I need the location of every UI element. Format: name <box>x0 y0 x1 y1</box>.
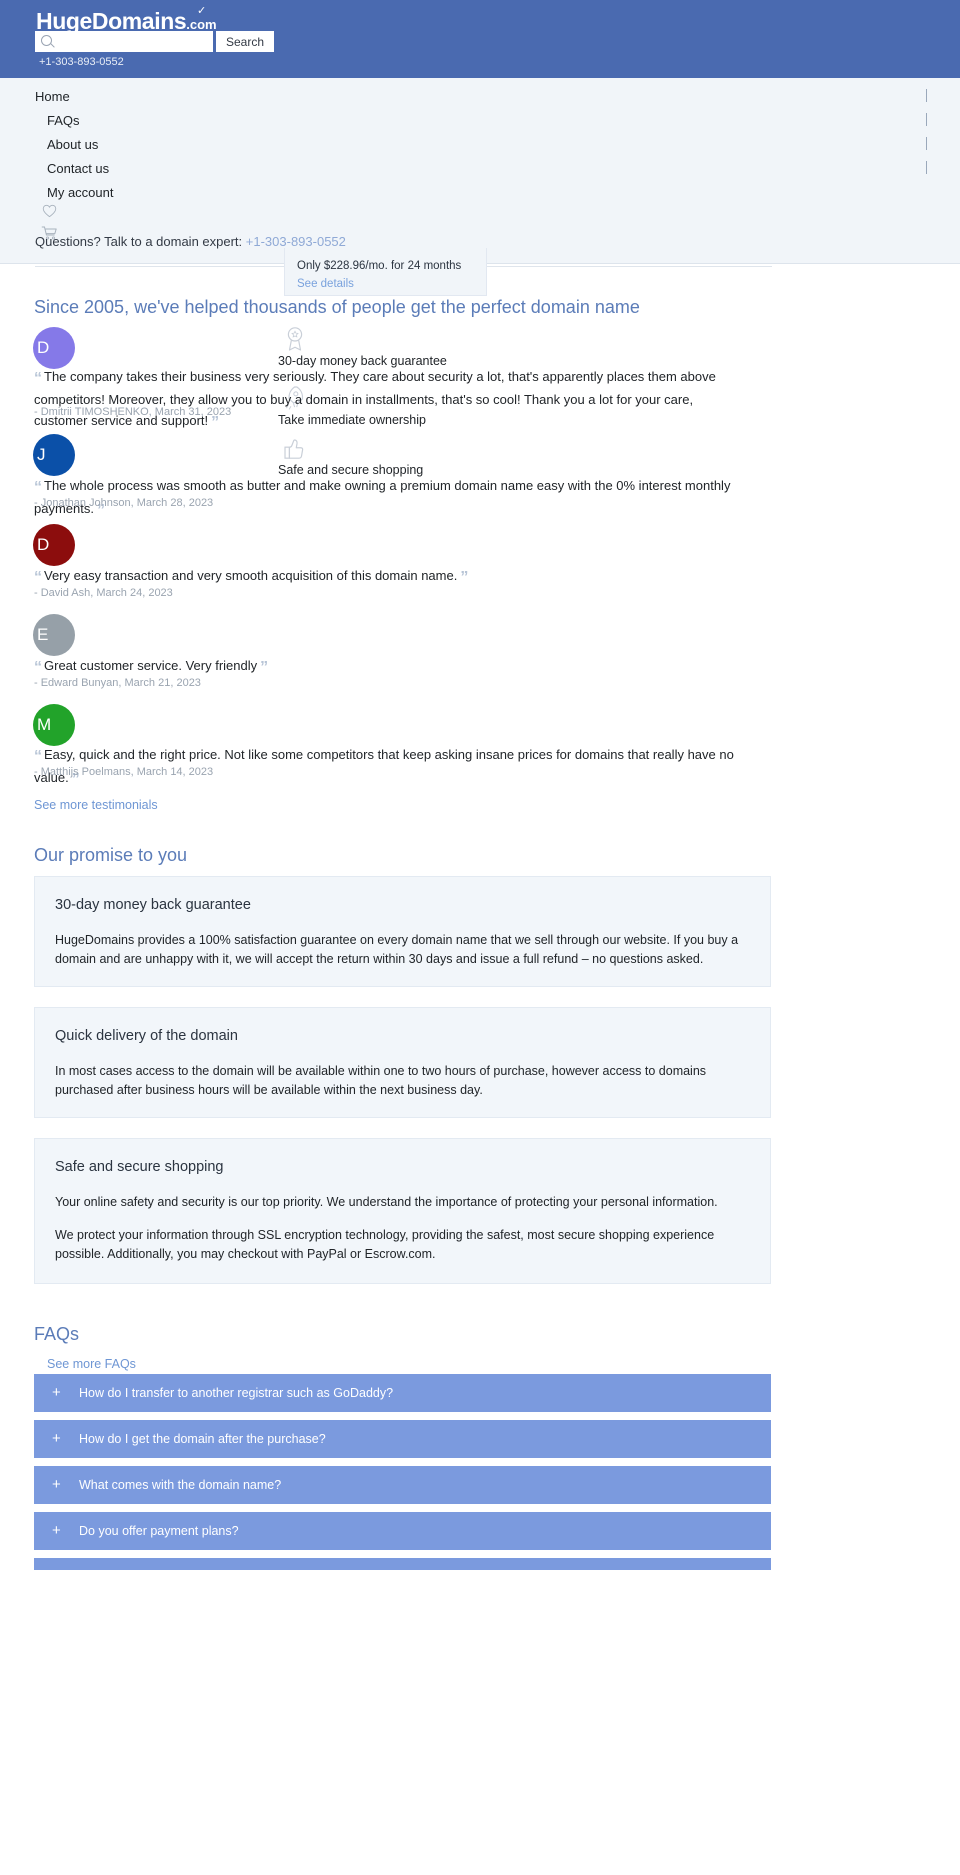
promise-card-body: In most cases access to the domain will … <box>55 1064 707 1097</box>
see-details-link[interactable]: See details <box>297 278 354 290</box>
domain-expert-phone[interactable]: +1-303-893-0552 <box>246 234 346 249</box>
plus-icon: + <box>52 1476 61 1493</box>
promise-card-body: We protect your information through SSL … <box>55 1228 715 1261</box>
faq-accordion-item[interactable]: + Do you offer payment plans? <box>34 1512 771 1550</box>
price-popup: Only $228.96/mo. for 24 months See detai… <box>284 248 487 296</box>
testimonial-attribution: - Dmitrii TIMOSHENKO, March 31, 2023 <box>34 406 232 418</box>
testimonial-quote: “Very easy transaction and very smooth a… <box>34 565 744 588</box>
testimonial-quote-text: The company takes their business very se… <box>34 369 716 428</box>
avatar: M <box>33 704 75 746</box>
domain-expert-text: Questions? Talk to a domain expert: <box>35 234 243 249</box>
faq-accordion-item[interactable]: + How do I transfer to another registrar… <box>34 1374 771 1412</box>
ribbon-award-icon <box>287 327 303 351</box>
search-bar: Search <box>35 31 274 52</box>
quote-open-icon: “ <box>34 479 42 496</box>
testimonial-quote-text: Very easy transaction and very smooth ac… <box>44 568 458 583</box>
header-phone[interactable]: +1-303-893-0552 <box>39 56 124 68</box>
promise-card-body: HugeDomains provides a 100% satisfaction… <box>55 933 739 966</box>
quote-open-icon: “ <box>34 659 42 676</box>
site-header: HugeDomains.com ✓ Search +1-303-893-0552 <box>0 0 960 78</box>
nav-divider-tick <box>926 137 927 150</box>
search-input[interactable] <box>35 31 213 52</box>
faq-question: How do I transfer to another registrar s… <box>79 1386 394 1400</box>
nav-divider-tick <box>926 161 927 174</box>
testimonials-heading: Since 2005, we've helped thousands of pe… <box>34 297 640 317</box>
testimonial-attribution: - Edward Bunyan, March 21, 2023 <box>34 677 201 689</box>
promise-card-body: Your online safety and security is our t… <box>55 1195 718 1209</box>
heart-icon[interactable] <box>42 204 57 218</box>
search-button[interactable]: Search <box>216 31 274 52</box>
promise-card-title: 30-day money back guarantee <box>55 897 251 913</box>
avatar: D <box>33 327 75 369</box>
faq-question: What comes with the domain name? <box>79 1478 282 1492</box>
faq-accordion-item[interactable]: + How do I get the domain after the purc… <box>34 1420 771 1458</box>
promise-card: 30-day money back guarantee HugeDomains … <box>34 876 771 987</box>
quote-open-icon: “ <box>34 370 42 387</box>
quote-open-icon: “ <box>34 569 42 586</box>
nav-item-contact-us[interactable]: Contact us <box>47 161 109 176</box>
avatar: D <box>33 524 75 566</box>
quote-open-icon: “ <box>34 748 42 765</box>
faq-question: How do I get the domain after the purcha… <box>79 1432 326 1446</box>
faq-question: Do you offer payment plans? <box>79 1524 239 1538</box>
nav-divider-tick <box>926 89 927 102</box>
testimonial-attribution: - Jonathan Johnson, March 28, 2023 <box>34 497 214 509</box>
testimonial-quote: “The company takes their business very s… <box>34 366 744 433</box>
see-more-testimonials-link[interactable]: See more testimonials <box>34 798 158 812</box>
promise-card: Quick delivery of the domain In most cas… <box>34 1007 771 1118</box>
nav-item-my-account[interactable]: My account <box>47 185 113 200</box>
promise-heading: Our promise to you <box>34 845 188 865</box>
nav-item-home[interactable]: Home <box>35 89 70 104</box>
faq-accordion-item[interactable]: + What comes with the domain name? <box>34 1466 771 1504</box>
domain-expert-line: Questions? Talk to a domain expert: +1-3… <box>35 234 346 249</box>
nav-item-about-us[interactable]: About us <box>47 137 98 152</box>
thumbs-up-icon <box>284 439 304 459</box>
avatar: E <box>33 614 75 656</box>
promise-card: Safe and secure shopping Your online saf… <box>34 1138 771 1284</box>
avatar: J <box>33 434 75 476</box>
promise-card-title: Safe and secure shopping <box>55 1159 224 1175</box>
plus-icon: + <box>52 1384 61 1401</box>
plus-icon: + <box>52 1522 61 1539</box>
testimonial-quote-text: Great customer service. Very friendly <box>44 658 258 673</box>
plus-icon: + <box>52 1430 61 1447</box>
price-popup-text: Only $228.96/mo. for 24 months <box>297 260 462 272</box>
nav-item-faqs[interactable]: FAQs <box>47 113 80 128</box>
quote-close-icon: ” <box>260 659 269 676</box>
promise-card-title: Quick delivery of the domain <box>55 1028 238 1044</box>
logo-tld: .com <box>186 17 217 32</box>
testimonial-attribution: - Matthijs Poelmans, March 14, 2023 <box>34 766 214 778</box>
testimonial-quote: “Great customer service. Very friendly” <box>34 655 744 678</box>
quote-close-icon: ” <box>460 569 469 586</box>
see-more-faqs-link[interactable]: See more FAQs <box>47 1357 136 1371</box>
faq-accordion-item[interactable] <box>34 1558 771 1570</box>
faqs-heading: FAQs <box>34 1324 80 1344</box>
logo-check-icon: ✓ <box>197 5 206 17</box>
nav-divider-tick <box>926 113 927 126</box>
testimonial-attribution: - David Ash, March 24, 2023 <box>34 587 173 599</box>
